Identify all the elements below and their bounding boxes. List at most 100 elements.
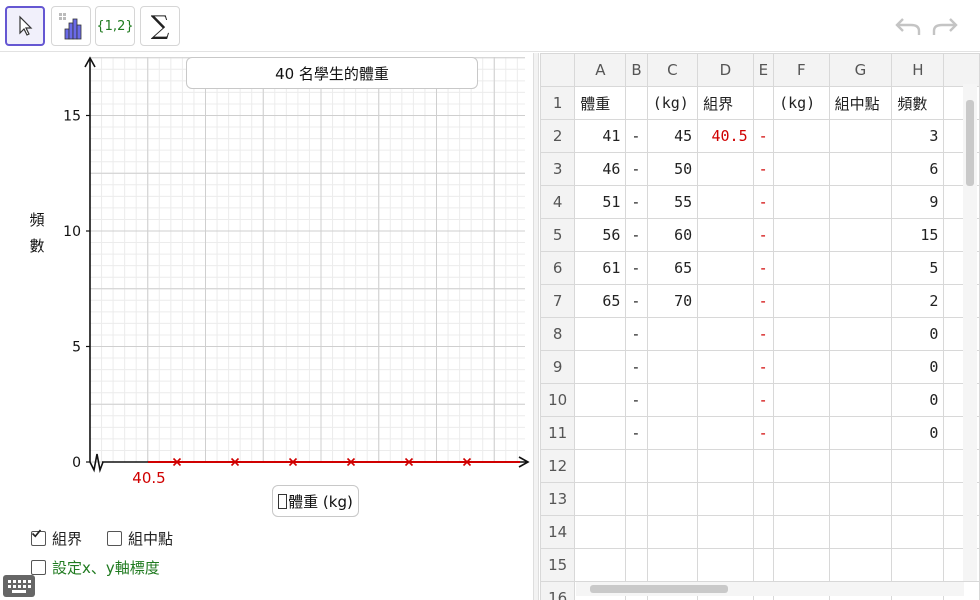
cell-h4[interactable]: 9 [891,185,945,219]
cell-f10[interactable] [773,383,830,417]
cell-h14[interactable] [891,515,945,549]
spreadsheet-grid[interactable]: A B C D E F G H 1 體重 (kg) 組界 (kg) 組中點 頻數 2 41-45… [540,53,980,600]
cell-d9[interactable] [697,350,754,384]
cell-b13[interactable] [625,482,648,516]
cell-f5[interactable] [773,218,830,252]
cell-g8[interactable] [828,317,893,351]
col-header-e[interactable]: E [752,53,775,87]
cell-b3[interactable]: - [625,152,648,186]
row-header[interactable]: 5 [540,218,576,252]
cell-d2[interactable]: 40.5 [697,119,754,153]
corner-cell[interactable] [540,53,576,87]
cell-b1[interactable] [625,86,648,120]
cell-f8[interactable] [773,317,830,351]
cell-f6[interactable] [773,251,830,285]
cell-a6[interactable]: 61 [574,251,627,285]
midpoints-checkbox[interactable] [107,531,122,546]
cell-f2[interactable] [773,119,830,153]
cell-b6[interactable]: - [625,251,648,285]
cell-d12[interactable] [697,449,754,483]
x-axis-label[interactable]: 體重 (kg) [272,485,359,517]
cell-b4[interactable]: - [625,185,648,219]
vertical-scrollbar[interactable] [963,84,977,581]
cell-h8[interactable]: 0 [891,317,945,351]
cell-h13[interactable] [891,482,945,516]
col-header-d[interactable]: D [697,53,754,87]
cell-a9[interactable] [574,350,627,384]
cell-f7[interactable] [773,284,830,318]
cell-d13[interactable] [697,482,754,516]
cell-c12[interactable] [646,449,699,483]
move-tool-button[interactable] [5,6,45,46]
keyboard-button[interactable] [3,575,35,597]
cell-c1[interactable]: (kg) [646,86,699,120]
list-tool-button[interactable]: {1,2} [95,6,135,46]
cell-e12[interactable] [752,449,775,483]
cell-c3[interactable]: 50 [646,152,699,186]
horizontal-scrollbar[interactable] [576,582,964,596]
cell-e7[interactable]: - [752,284,775,318]
cell-a12[interactable] [574,449,627,483]
cell-g6[interactable] [828,251,893,285]
cell-a11[interactable] [574,416,627,450]
cell-b15[interactable] [625,548,648,582]
redo-button[interactable] [930,12,960,40]
graphics-view[interactable]: 0 5 10 15 40.5 40 名學生的體重 頻 數 體重 (kg) 組界 組中點 … [0,53,533,600]
horizontal-scroll-thumb[interactable] [590,585,728,593]
cell-d10[interactable] [697,383,754,417]
cell-c14[interactable] [646,515,699,549]
cell-a2[interactable]: 41 [574,119,627,153]
cell-h7[interactable]: 2 [891,284,945,318]
cell-b2[interactable]: - [625,119,648,153]
set-axes-checkbox[interactable] [31,560,46,575]
col-header-b[interactable]: B [625,53,648,87]
cell-c10[interactable] [646,383,699,417]
cell-g10[interactable] [828,383,893,417]
col-header-c[interactable]: C [646,53,699,87]
col-header-a[interactable]: A [574,53,627,87]
cell-g7[interactable] [828,284,893,318]
cell-d8[interactable] [697,317,754,351]
cell-a4[interactable]: 51 [574,185,627,219]
cell-f13[interactable] [773,482,830,516]
cell-b10[interactable]: - [625,383,648,417]
row-header[interactable]: 14 [540,515,576,549]
cell-g4[interactable] [828,185,893,219]
cell-f15[interactable] [773,548,830,582]
cell-d6[interactable] [697,251,754,285]
cell-e5[interactable]: - [752,218,775,252]
cell-b5[interactable]: - [625,218,648,252]
cell-a7[interactable]: 65 [574,284,627,318]
cell-c6[interactable]: 65 [646,251,699,285]
cell-b8[interactable]: - [625,317,648,351]
cell-g11[interactable] [828,416,893,450]
undo-button[interactable] [893,12,923,40]
row-header[interactable]: 2 [540,119,576,153]
cell-g3[interactable] [828,152,893,186]
row-header[interactable]: 9 [540,350,576,384]
boundaries-checkbox-row[interactable]: 組界 [31,528,82,549]
cell-e10[interactable]: - [752,383,775,417]
cell-c9[interactable] [646,350,699,384]
cell-g12[interactable] [828,449,893,483]
cell-b11[interactable]: - [625,416,648,450]
cell-g13[interactable] [828,482,893,516]
cell-d1[interactable]: 組界 [697,86,754,120]
cell-e6[interactable]: - [752,251,775,285]
cell-h5[interactable]: 15 [891,218,945,252]
cell-h2[interactable]: 3 [891,119,945,153]
cell-f9[interactable] [773,350,830,384]
col-header-blank[interactable] [943,53,980,87]
cell-g1[interactable]: 組中點 [828,86,893,120]
cell-b7[interactable]: - [625,284,648,318]
row-header[interactable]: 8 [540,317,576,351]
cell-f12[interactable] [773,449,830,483]
cell-h6[interactable]: 5 [891,251,945,285]
chart-title[interactable]: 40 名學生的體重 [186,57,478,89]
histogram-plot[interactable]: 0 5 10 15 40.5 [0,53,533,600]
cell-c4[interactable]: 55 [646,185,699,219]
cell-a8[interactable] [574,317,627,351]
cell-e8[interactable]: - [752,317,775,351]
cell-a10[interactable] [574,383,627,417]
spreadsheet-view[interactable]: A B C D E F G H 1 體重 (kg) 組界 (kg) 組中點 頻數 2 41-45… [540,53,980,600]
